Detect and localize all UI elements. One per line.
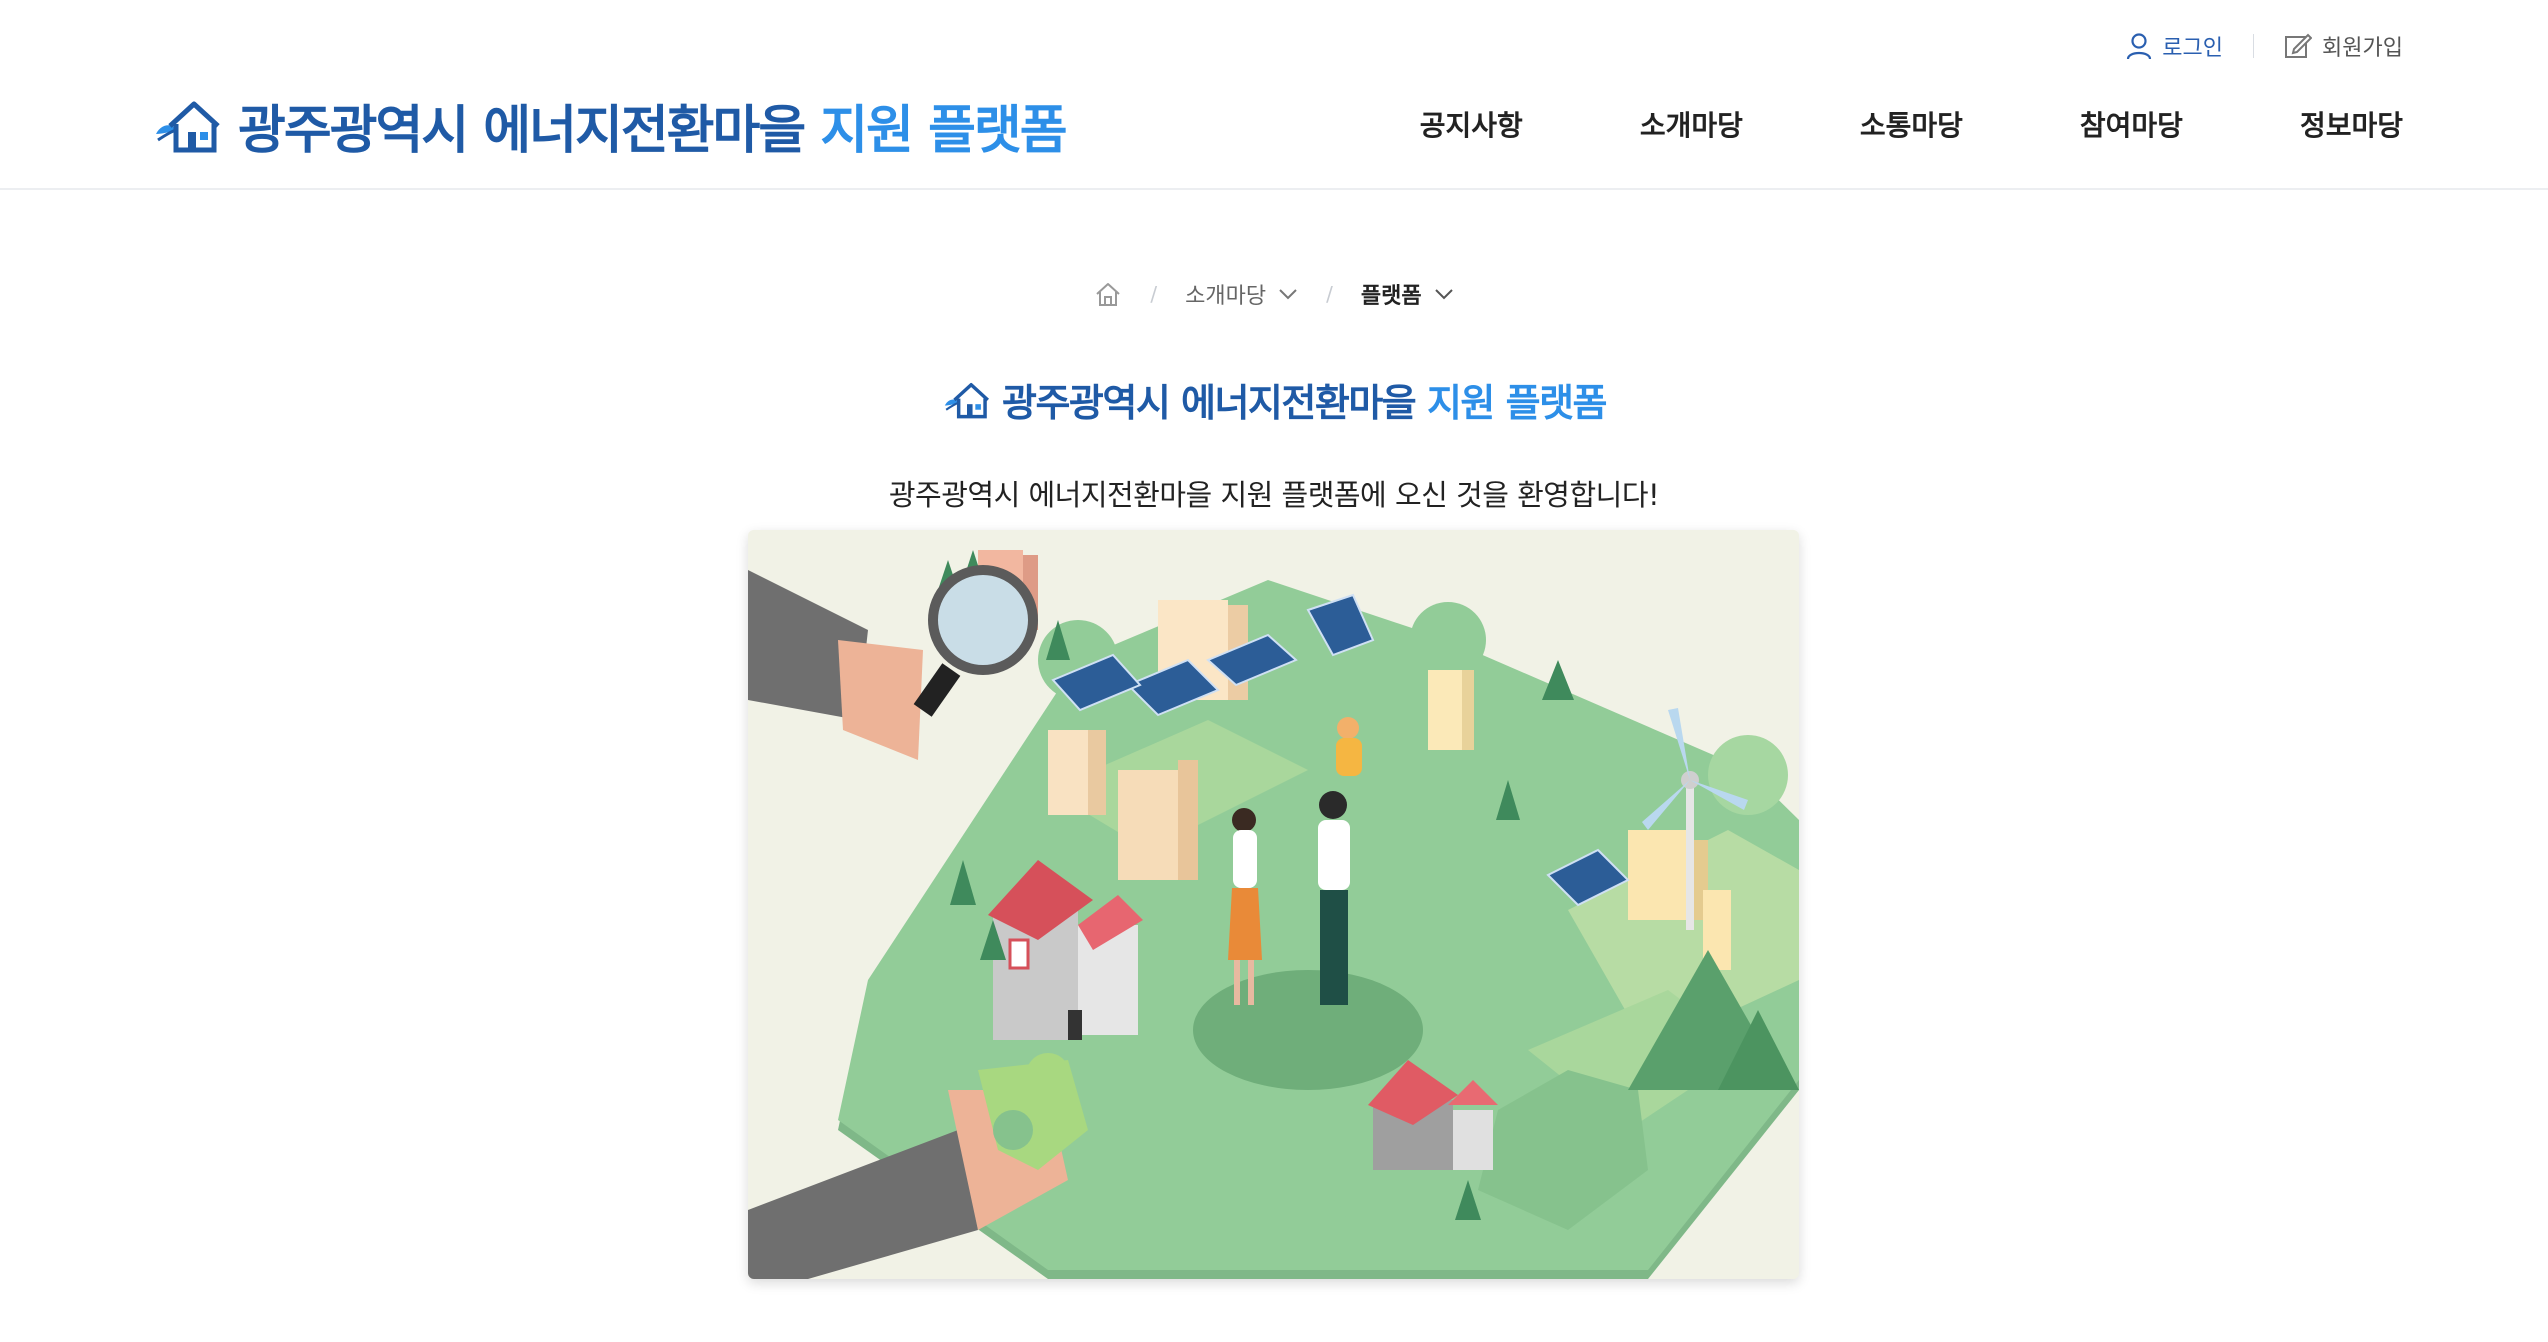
intro-logo-text: 광주광역시 에너지전환마을 지원 플랫폼 [1001, 372, 1608, 427]
login-label: 로그인 [2162, 36, 2224, 61]
site-header: 로그인 회원가입 광주광역시 에너지전환마을 지원 플랫폼 공지사항 소개마당 … [0, 0, 2548, 190]
intro-logo-main: 광주광역시 에너지전환마을 [1001, 381, 1427, 425]
main-nav: 공지사항 소개마당 소통마당 참여마당 정보마당 [1420, 104, 2403, 144]
home-icon [1096, 283, 1121, 306]
welcome-message: 광주광역시 에너지전환마을 지원 플랫폼에 오신 것을 환영합니다! [888, 478, 1660, 512]
breadcrumb-item-label: 플랫폼 [1360, 284, 1422, 309]
breadcrumb-home[interactable] [1094, 281, 1122, 307]
intro-logo-highlight: 지원 플랫폼 [1426, 381, 1608, 425]
login-link[interactable]: 로그인 [2126, 30, 2223, 62]
chevron-down-icon [1434, 289, 1453, 300]
nav-notice[interactable]: 공지사항 [1420, 104, 1523, 144]
nav-participation[interactable]: 참여마당 [2080, 104, 2183, 144]
logo-text-highlight: 지원 플랫폼 [820, 101, 1067, 161]
breadcrumb-separator: / [1326, 282, 1333, 306]
platform-illustration [748, 530, 1799, 1279]
user-icon [2127, 33, 2152, 60]
breadcrumb-item-platform[interactable]: 플랫폼 [1361, 278, 1454, 310]
nav-information[interactable]: 정보마당 [2300, 104, 2403, 144]
signup-link[interactable]: 회원가입 [2284, 30, 2403, 62]
nav-intro[interactable]: 소개마당 [1640, 104, 1743, 144]
intro-logo: 광주광역시 에너지전환마을 지원 플랫폼 [0, 372, 2548, 427]
util-divider [2253, 34, 2255, 58]
utility-menu: 로그인 회원가입 [2126, 30, 2403, 62]
puzzle-town-illustration [748, 530, 1799, 1279]
chevron-down-icon [1279, 289, 1297, 300]
logo-text: 광주광역시 에너지전환마을 지원 플랫폼 [238, 88, 1068, 163]
edit-icon [2285, 33, 2313, 58]
nav-communication[interactable]: 소통마당 [1860, 104, 1963, 144]
house-leaf-icon [156, 101, 220, 152]
logo-text-main: 광주광역시 에너지전환마을 [238, 101, 821, 161]
breadcrumb-item-intro[interactable]: 소개마당 [1185, 278, 1298, 310]
breadcrumb-item-label: 소개마당 [1185, 284, 1267, 309]
breadcrumb: / 소개마당 / 플랫폼 [0, 278, 2548, 310]
breadcrumb-separator: / [1150, 282, 1158, 306]
signup-label: 회원가입 [2322, 36, 2403, 61]
site-logo[interactable]: 광주광역시 에너지전환마을 지원 플랫폼 [152, 88, 1068, 163]
house-leaf-icon [944, 382, 989, 418]
